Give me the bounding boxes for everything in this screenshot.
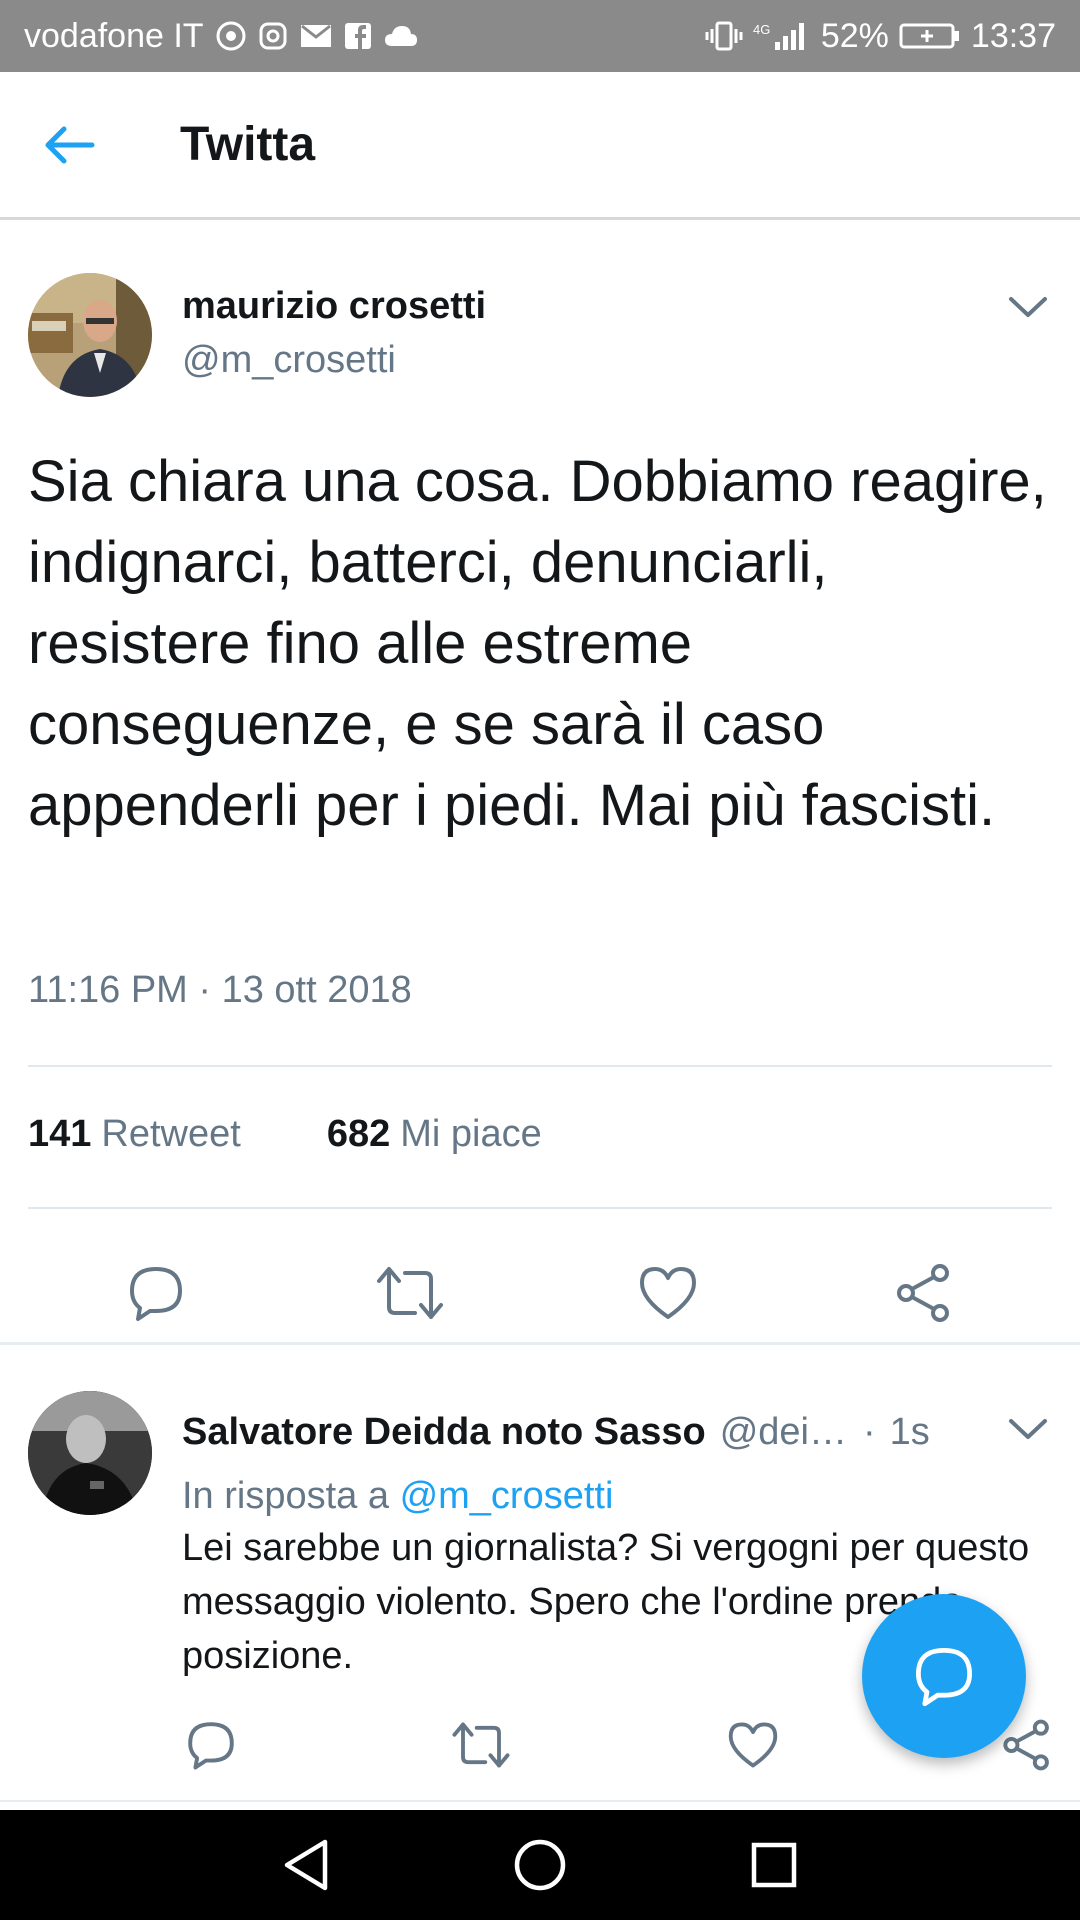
instagram-icon xyxy=(258,21,288,51)
reply-icon xyxy=(188,1722,234,1770)
reply-author-name[interactable]: Salvatore Deidda noto Sasso xyxy=(182,1411,706,1454)
like-label: Mi piace xyxy=(400,1113,542,1155)
system-navigation-bar xyxy=(0,1810,1080,1920)
compose-reply-button[interactable] xyxy=(862,1594,1026,1758)
divider xyxy=(28,1207,1052,1209)
triangle-back-icon xyxy=(284,1839,328,1891)
reply-header: Salvatore Deidda noto Sasso @dei… · 1s xyxy=(182,1411,930,1454)
reply-menu-button[interactable] xyxy=(1004,1405,1052,1453)
battery-percent: 52% xyxy=(820,16,889,55)
circle-home-icon xyxy=(514,1839,566,1891)
retweet-button[interactable] xyxy=(370,1253,450,1333)
author-handle[interactable]: @m_crosetti xyxy=(182,339,396,382)
reply-author-handle[interactable]: @dei… xyxy=(720,1411,847,1454)
facebook-icon xyxy=(344,22,372,50)
heart-icon xyxy=(640,1267,696,1319)
reply-like-button[interactable] xyxy=(718,1710,788,1780)
square-recents-icon xyxy=(751,1842,797,1888)
vibrate-icon xyxy=(705,21,743,51)
reply-button[interactable] xyxy=(116,1253,196,1333)
top-app-bar: Twitta xyxy=(0,72,1080,220)
share-icon xyxy=(1003,1719,1049,1771)
retweet-stat[interactable]: 141 Retweet xyxy=(28,1113,241,1156)
in-reply-to: In risposta a @m_crosetti xyxy=(182,1475,613,1518)
arrow-left-icon xyxy=(45,126,95,163)
divider xyxy=(28,1065,1052,1067)
reply-author-avatar[interactable] xyxy=(28,1391,152,1515)
share-icon xyxy=(897,1264,949,1322)
retweet-icon xyxy=(377,1267,443,1319)
carrier-label: vodafone IT xyxy=(24,16,204,55)
chrome-icon xyxy=(216,21,246,51)
cloud-icon xyxy=(384,24,418,48)
retweet-count: 141 xyxy=(28,1113,92,1155)
reply-reply-button[interactable] xyxy=(176,1710,246,1780)
retweet-label: Retweet xyxy=(101,1113,241,1155)
nav-back-button[interactable] xyxy=(274,1833,338,1897)
in-reply-handle-link[interactable]: @m_crosetti xyxy=(400,1475,614,1517)
tweet-text: Sia chiara una cosa. Dobbiamo reagire, i… xyxy=(28,449,1047,838)
share-button[interactable] xyxy=(884,1253,964,1333)
tweet-menu-button[interactable] xyxy=(1004,283,1052,331)
like-count: 682 xyxy=(326,1113,391,1155)
like-button[interactable] xyxy=(628,1253,708,1333)
tweet-actions xyxy=(0,1233,1080,1353)
author-name[interactable]: maurizio crosetti xyxy=(182,285,486,328)
like-stat[interactable]: 682 Mi piace xyxy=(327,1113,542,1156)
reply-icon xyxy=(130,1267,182,1321)
signal-icon: 4G xyxy=(753,20,811,52)
reply-separator: · xyxy=(863,1411,876,1453)
divider xyxy=(0,1800,1080,1802)
reply-retweet-button[interactable] xyxy=(446,1710,516,1780)
reply-time: 1s xyxy=(889,1411,930,1453)
page-title: Twitta xyxy=(180,118,316,171)
mail-icon xyxy=(300,23,332,49)
battery-icon xyxy=(899,22,961,50)
nav-recents-button[interactable] xyxy=(742,1833,806,1897)
clock: 13:37 xyxy=(970,16,1056,55)
chevron-down-icon xyxy=(1009,297,1047,317)
tweet-stats: 141 Retweet 682 Mi piace xyxy=(28,1113,542,1156)
author-avatar[interactable] xyxy=(28,273,152,397)
nav-home-button[interactable] xyxy=(508,1833,572,1897)
chevron-down-icon xyxy=(1009,1419,1047,1439)
retweet-icon xyxy=(452,1722,510,1768)
back-button[interactable] xyxy=(0,72,140,217)
in-reply-prefix: In risposta a xyxy=(182,1475,389,1517)
status-bar: vodafone IT 4G 52% 13:37 xyxy=(0,0,1080,72)
heart-icon xyxy=(728,1722,778,1768)
svg-text:4G: 4G xyxy=(753,22,770,37)
tweet-timestamp[interactable]: 11:16 PM · 13 ott 2018 xyxy=(28,969,412,1012)
reply-bubble-icon xyxy=(916,1648,972,1707)
